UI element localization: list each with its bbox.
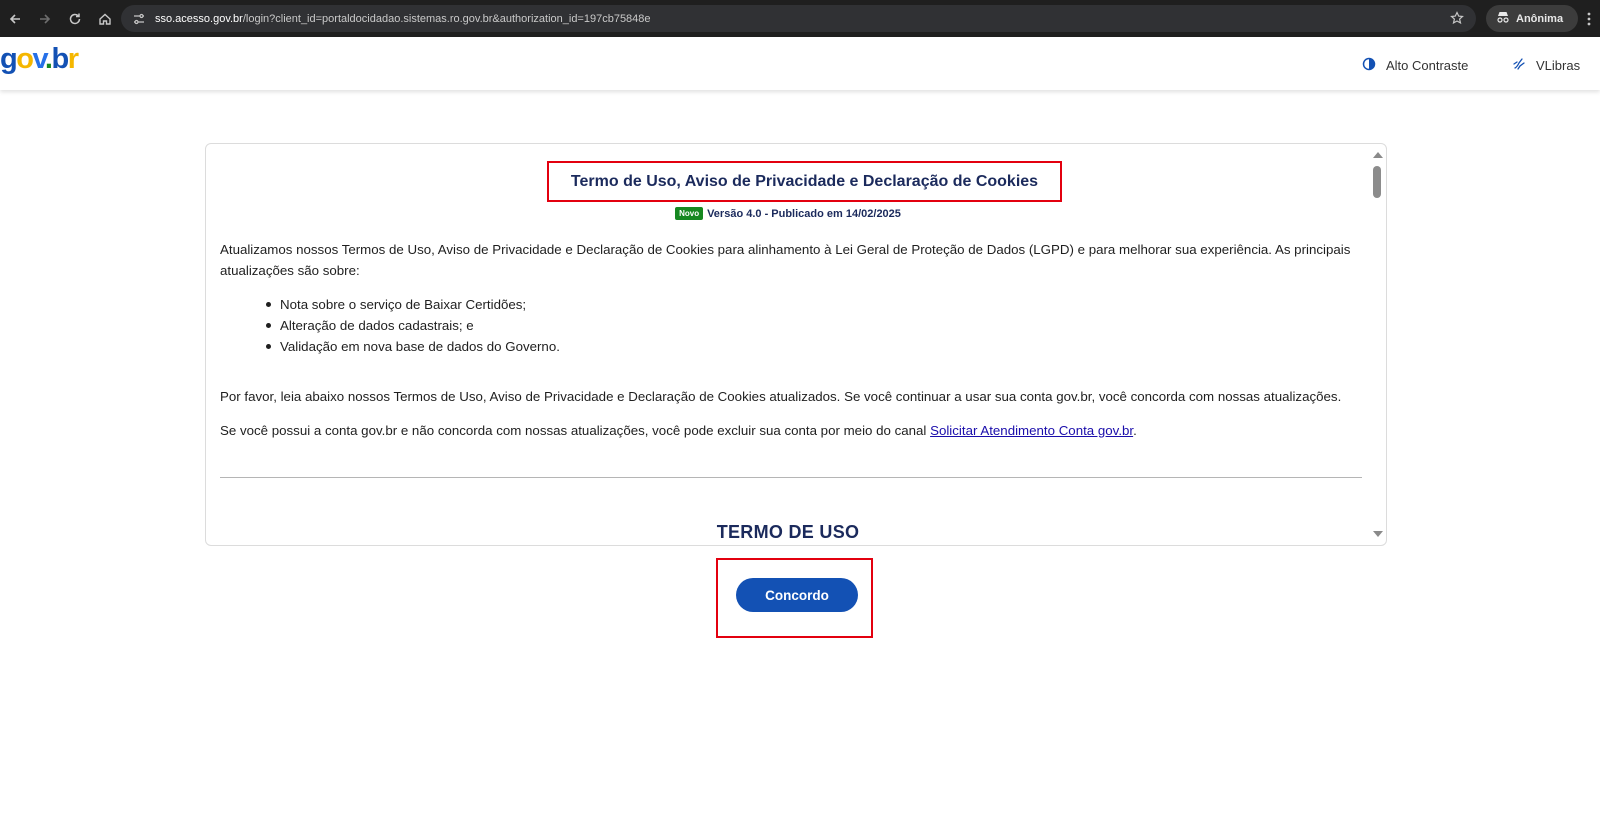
- site-header: gov.br Alto Contraste VLibras: [0, 37, 1600, 90]
- address-bar[interactable]: sso.acesso.gov.br/login?client_id=portal…: [121, 5, 1476, 32]
- bookmark-star-icon[interactable]: [1448, 9, 1466, 27]
- scroll-up-arrow-icon[interactable]: [1373, 152, 1383, 158]
- reload-icon[interactable]: [60, 4, 90, 34]
- forward-icon[interactable]: [30, 4, 60, 34]
- scroll-down-arrow-icon[interactable]: [1373, 531, 1383, 537]
- intro-paragraph: Atualizamos nossos Termos de Uso, Aviso …: [220, 242, 1351, 278]
- more-menu-icon[interactable]: [1578, 5, 1600, 32]
- section-divider: [220, 477, 1362, 478]
- url-text: sso.acesso.gov.br/login?client_id=portal…: [155, 12, 651, 25]
- back-icon[interactable]: [0, 4, 30, 34]
- contrast-icon: [1362, 57, 1376, 74]
- delete-notice-suffix: .: [1133, 423, 1137, 438]
- sign-language-icon: [1512, 57, 1526, 74]
- version-text: Versão 4.0 - Publicado em 14/02/2025: [707, 208, 901, 220]
- support-link[interactable]: Solicitar Atendimento Conta gov.br: [930, 423, 1133, 438]
- read-notice-paragraph: Por favor, leia abaixo nossos Termos de …: [220, 389, 1342, 404]
- list-item: Alteração de dados cadastrais; e: [266, 315, 560, 336]
- browser-toolbar: sso.acesso.gov.br/login?client_id=portal…: [0, 0, 1600, 37]
- delete-notice-paragraph: Se você possui a conta gov.br e não conc…: [220, 420, 1360, 441]
- scrollbar-thumb[interactable]: [1373, 166, 1381, 198]
- govbr-logo[interactable]: gov.br: [0, 43, 79, 76]
- updates-list: Nota sobre o serviço de Baixar Certidões…: [266, 294, 560, 357]
- incognito-icon: [1496, 11, 1510, 26]
- delete-notice-text: Se você possui a conta gov.br e não conc…: [220, 423, 927, 438]
- terms-card[interactable]: Termo de Uso, Aviso de Privacidade e Dec…: [205, 143, 1387, 546]
- section-title-terms-of-use: TERMO DE USO: [716, 522, 860, 542]
- high-contrast-label: Alto Contraste: [1386, 58, 1469, 73]
- profile-label: Anônima: [1516, 12, 1564, 25]
- agree-button[interactable]: Concordo: [736, 578, 858, 612]
- terms-scrollbar[interactable]: [1370, 144, 1386, 545]
- vlibras-label: VLibras: [1536, 58, 1581, 73]
- version-info: Novo Versão 4.0 - Publicado em 14/02/2025: [206, 207, 1370, 220]
- new-badge: Novo: [675, 207, 704, 220]
- list-item: Validação em nova base de dados do Gover…: [266, 336, 560, 357]
- high-contrast-button[interactable]: Alto Contraste: [1362, 57, 1468, 74]
- terms-scroll-content[interactable]: Termo de Uso, Aviso de Privacidade e Dec…: [206, 144, 1370, 545]
- site-settings-icon[interactable]: [131, 11, 147, 27]
- vlibras-button[interactable]: VLibras: [1512, 57, 1580, 74]
- incognito-profile-button[interactable]: Anônima: [1486, 5, 1578, 32]
- terms-title: Termo de Uso, Aviso de Privacidade e Dec…: [570, 172, 1039, 190]
- home-icon[interactable]: [90, 4, 120, 34]
- terms-title-highlight: Termo de Uso, Aviso de Privacidade e Dec…: [547, 161, 1062, 202]
- list-item: Nota sobre o serviço de Baixar Certidões…: [266, 294, 560, 315]
